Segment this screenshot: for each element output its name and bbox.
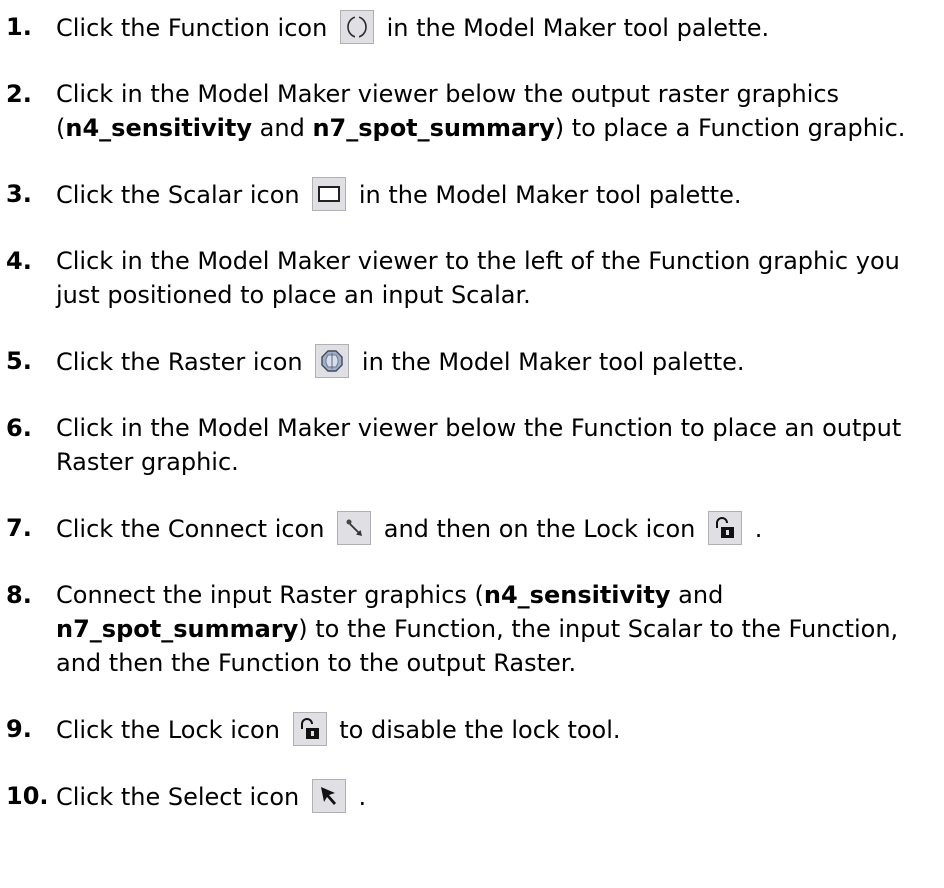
step-text: and	[670, 581, 724, 609]
raster-name: n7_spot_summary	[56, 615, 299, 643]
step-number: 10.	[6, 782, 49, 810]
step-number: 7.	[6, 514, 32, 542]
step-text: ) to place a Function graphic.	[554, 114, 906, 142]
step-text: Connect the input Raster graphics (	[56, 581, 484, 609]
raster-name: n4_sensitivity	[65, 114, 253, 142]
raster-icon	[315, 344, 350, 378]
step-3: 3. Click the Scalar icon in the Model Ma…	[6, 177, 940, 212]
raster-name: n7_spot_summary	[312, 114, 555, 142]
step-number: 1.	[6, 13, 32, 41]
step-number: 5.	[6, 347, 32, 375]
step-text: and then on the Lock icon	[383, 515, 696, 543]
function-icon	[339, 10, 374, 44]
step-number: 3.	[6, 180, 32, 208]
raster-name: n4_sensitivity	[483, 581, 671, 609]
step-text: in the Model Maker tool palette.	[386, 14, 770, 42]
step-6: 6. Click in the Model Maker viewer below…	[6, 411, 940, 479]
step-text: in the Model Maker tool palette.	[358, 181, 742, 209]
step-text: Click in the Model Maker viewer to the l…	[56, 247, 900, 309]
step-text: in the Model Maker tool palette.	[361, 348, 745, 376]
step-text: Click the Function icon	[56, 14, 328, 42]
step-text: Click the Lock icon	[56, 716, 280, 744]
step-4: 4. Click in the Model Maker viewer to th…	[6, 244, 940, 312]
step-9: 9. Click the Lock icon to disable the lo…	[6, 712, 940, 747]
step-text: Click the Raster icon	[56, 348, 303, 376]
step-text: Click in the Model Maker viewer below th…	[56, 414, 902, 476]
step-text: .	[358, 783, 367, 811]
step-2: 2. Click in the Model Maker viewer below…	[6, 77, 940, 145]
step-text: to disable the lock tool.	[339, 716, 621, 744]
step-number: 4.	[6, 247, 32, 275]
step-8: 8. Connect the input Raster graphics (n4…	[6, 578, 940, 680]
scalar-icon	[312, 177, 347, 211]
step-1: 1. Click the Function icon in the Model …	[6, 10, 940, 45]
step-text: Click the Connect icon	[56, 515, 325, 543]
instruction-steps: 1. Click the Function icon in the Model …	[6, 10, 940, 814]
step-5: 5. Click the Raster icon in the Model Ma…	[6, 344, 940, 379]
step-number: 8.	[6, 581, 32, 609]
step-text: .	[754, 515, 763, 543]
step-10: 10. Click the Select icon .	[6, 779, 940, 814]
select-icon	[311, 779, 346, 813]
step-number: 6.	[6, 414, 32, 442]
connect-icon	[337, 511, 372, 545]
step-text: and	[252, 114, 313, 142]
lock-icon	[708, 511, 743, 545]
step-text: Click the Scalar icon	[56, 181, 300, 209]
lock-icon	[292, 712, 327, 746]
step-number: 9.	[6, 715, 32, 743]
step-number: 2.	[6, 80, 32, 108]
step-text: Click the Select icon	[56, 783, 300, 811]
step-7: 7. Click the Connect icon and then on th…	[6, 511, 940, 546]
